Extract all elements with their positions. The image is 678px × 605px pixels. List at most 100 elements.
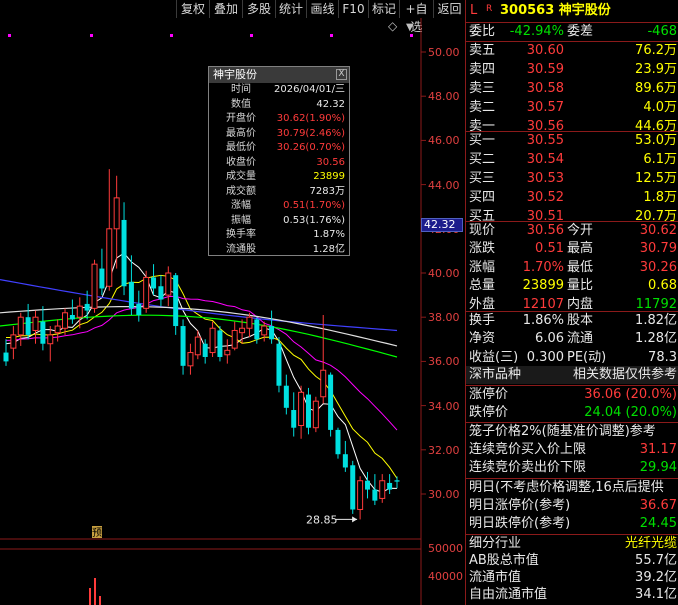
quote-label: 涨幅 (469, 259, 496, 275)
sell-label: 卖三 (469, 81, 496, 96)
forecast-marker-label: 预 (92, 527, 102, 539)
stats-value: 1.86% (522, 313, 564, 328)
buy-order-row[interactable]: 买二 30.54 6.1万 (466, 151, 678, 169)
buy-order-row[interactable]: 买三 30.53 12.5万 (466, 170, 678, 188)
weibi-weibi-label: 委比 (469, 24, 496, 39)
popup-row: 收盘价 30.56 (209, 156, 349, 171)
candle-body-up (239, 327, 246, 334)
popup-row: 最高价 30.79(2.46%) (209, 127, 349, 142)
popup-row-value: 1.28亿 (312, 243, 345, 255)
quote-value: 30.62 (639, 223, 677, 238)
sell-volume: 23.9万 (635, 62, 677, 77)
candle-body-down (269, 326, 275, 340)
popup-row-value: 7283万 (309, 185, 345, 197)
tomorrow-limit-up-label: 明日涨停价(参考) (469, 498, 571, 513)
toolbar-button-4[interactable]: 画线 (306, 0, 338, 18)
sell-order-row[interactable]: 卖二 30.57 4.0万 (466, 99, 678, 117)
header-l-icon[interactable]: L (470, 2, 477, 20)
popup-title-bar[interactable]: 神宇股份 X (209, 67, 349, 83)
cage-buy-label: 连续竞价买入价上限 (469, 442, 587, 457)
candle-body-down (342, 454, 348, 468)
buy-order-row[interactable]: 买四 30.52 1.8万 (466, 189, 678, 207)
buy-volume: 53.0万 (635, 133, 677, 148)
toolbar-button-1[interactable]: 叠加 (209, 0, 242, 18)
sell-order-row[interactable]: 卖三 30.58 89.6万 (466, 80, 678, 98)
sell-order-row[interactable]: 卖五 30.60 76.2万 (466, 42, 678, 60)
candle-body-up (76, 305, 83, 318)
popup-row-label: 数值 (231, 98, 251, 110)
industry-value: 光纤光缆 (624, 536, 677, 551)
tomorrow-limit-down-value: 24.45 (639, 516, 677, 531)
close-icon[interactable]: X (336, 69, 347, 80)
sell-volume: 76.2万 (635, 43, 677, 58)
free-float-market-value-label: 自由流通市值 (469, 587, 548, 602)
cage-sell-value: 29.94 (639, 460, 677, 475)
cage-buy: 连续竞价买入价上限 31.17 (466, 441, 678, 459)
candle-body-down (151, 277, 157, 289)
popup-row-value: 0.53(1.76%) (283, 214, 345, 226)
sell-volume: 4.0万 (643, 100, 677, 115)
toolbar-button-0[interactable]: 复权 (176, 0, 209, 18)
quote-value: 1.70% (522, 259, 564, 275)
stats-row: 换手 1.86% 股本 1.82亿 (466, 312, 678, 330)
popup-row: 涨幅 0.51(1.70%) (209, 199, 349, 214)
tomorrow-limit-down-label: 明日跌停价(参考) (469, 516, 571, 531)
tomorrow-title-label: 明日(不考虑价格调整,16点后提供 (469, 480, 664, 495)
sell-order-row[interactable]: 卖四 30.59 23.9万 (466, 61, 678, 79)
popup-row-value: 30.62(1.90%) (276, 113, 345, 124)
popup-row-label: 成交量 (226, 171, 256, 182)
limit-down-label: 跌停价 (469, 405, 509, 420)
cage-title-label: 笼子价格2%(随基准价调整)参考 (469, 424, 656, 439)
cage-sell: 连续竞价卖出价下限 29.94 (466, 459, 678, 477)
buy-price: 30.55 (526, 133, 564, 148)
candle-body-down (372, 489, 378, 501)
popup-row-label: 最高价 (226, 127, 256, 139)
price-axis: 50.0048.0046.0044.0042.0040.0038.0036.00… (422, 18, 465, 605)
buy-price: 30.52 (526, 190, 564, 205)
market-row: 深市品种 相关数据仅供参考 (466, 366, 678, 384)
toolbar-button-2[interactable]: 多股 (242, 0, 275, 18)
buy-volume: 1.8万 (643, 190, 677, 205)
candle-body-up (379, 480, 386, 499)
float-market-value-value: 39.2亿 (635, 570, 677, 585)
toolbar-button-5[interactable]: F10 (338, 0, 368, 18)
free-float-market-value-value: 34.1亿 (635, 587, 677, 602)
toolbar-button-3[interactable]: 统计 (275, 0, 306, 18)
sell-label: 卖五 (469, 43, 496, 58)
popup-row-value: 0.51(1.70%) (283, 200, 345, 211)
candle-body-up (10, 334, 17, 349)
candle-body-down (394, 480, 400, 482)
candle-body-up (32, 316, 39, 331)
dropdown-arrow-icon[interactable]: ▼ (406, 22, 414, 33)
candle-body-down (328, 374, 334, 430)
candle-body-down (84, 303, 90, 311)
candle-body-down (69, 314, 75, 320)
float-market-value: 流通市值 39.2亿 (466, 569, 678, 587)
tomorrow-title: 明日(不考虑价格调整,16点后提供 (466, 479, 678, 497)
toolbar-button-8[interactable]: 返回 (433, 0, 465, 18)
candle-body-up (357, 480, 364, 510)
buy-order-row[interactable]: 买一 30.55 53.0万 (466, 132, 678, 150)
candle-body-down (217, 330, 223, 357)
toolbar-button-7[interactable]: +自选 (399, 0, 433, 34)
limit-up: 涨停价 36.06 (20.0%) (466, 386, 678, 404)
candle-body-up (231, 329, 238, 349)
weibi-weibi-value: -42.94% (509, 24, 564, 39)
quote-value: 0.68 (648, 278, 677, 294)
quote-row: 涨幅 1.70% 最低 30.26 (466, 259, 678, 277)
price-axis-label: 48.00 (428, 90, 460, 104)
stock-info-popup[interactable]: 神宇股份 X 时间 2026/04/01/三 数值 42.32 开盘价 30.62(1.9… (208, 66, 350, 256)
candle-body-up (165, 272, 172, 296)
popup-row-label: 开盘价 (226, 113, 256, 124)
candle-body-up (113, 197, 120, 230)
candle-body-down (305, 394, 311, 428)
header-r-icon[interactable]: R (486, 0, 492, 18)
candle-body-up (47, 334, 54, 345)
industry: 细分行业 光纤光缆 (466, 535, 678, 553)
free-float-market-value: 自由流通市值 34.1亿 (466, 586, 678, 604)
market-label: 深市品种 (469, 367, 522, 382)
candle-body-up (298, 391, 305, 426)
popup-row: 振幅 0.53(1.76%) (209, 214, 349, 229)
diamond-icon[interactable]: ◇ (388, 19, 398, 33)
toolbar-button-6[interactable]: 标记 (368, 0, 399, 18)
